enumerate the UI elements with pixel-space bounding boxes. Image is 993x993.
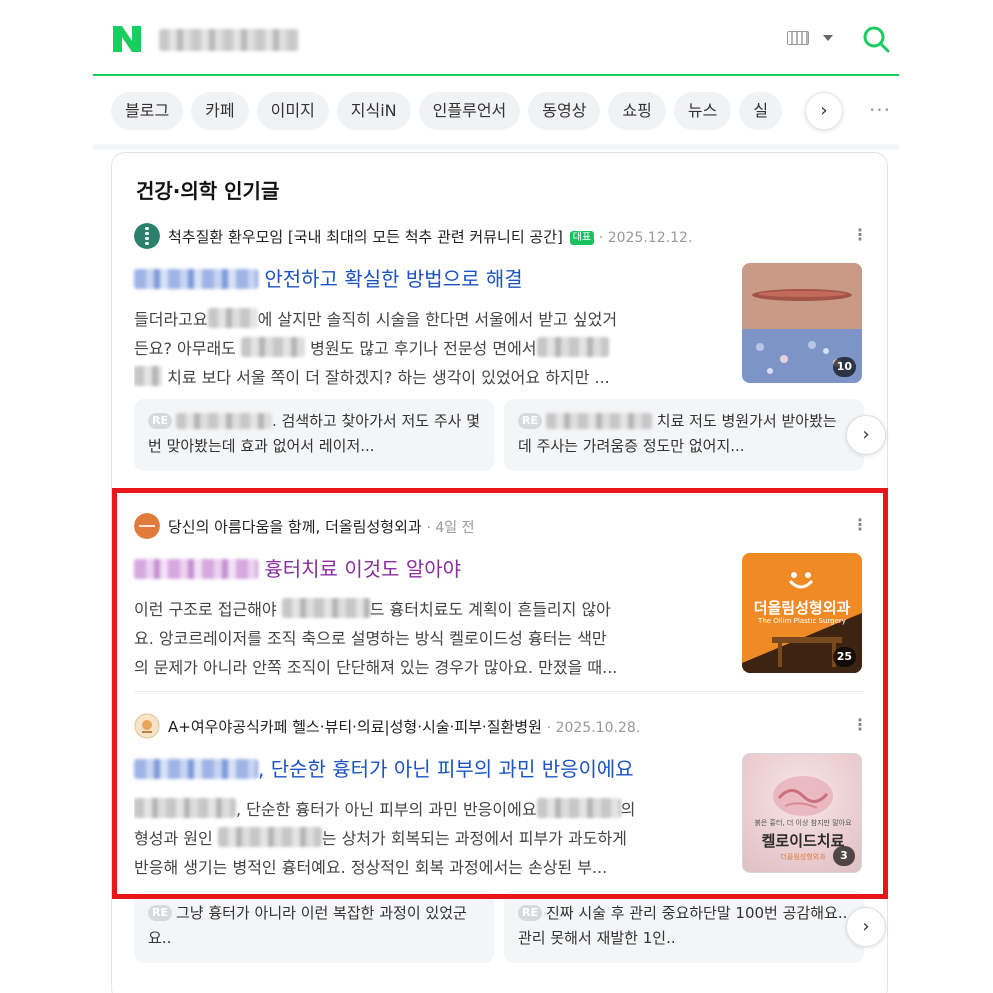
reply-preview[interactable]: RE. 검색하고 찾아가서 저도 주사 몇번 맞아봤는데 효과 없어서 레이저.…: [134, 399, 494, 471]
snippet-text: 든요? 아무래도: [134, 339, 236, 358]
post-source-row: 척추질환 환우모임 [국내 최대의 모든 척추 관련 커뮤니티 공간] 대표 ·…: [134, 223, 868, 249]
tab-influencer[interactable]: 인플루언서: [418, 92, 521, 130]
post-thumbnail[interactable]: 10: [742, 263, 862, 383]
more-options-icon[interactable]: ···: [865, 98, 895, 122]
search-query-field[interactable]: [159, 29, 299, 51]
search-header: [93, 0, 899, 76]
replies-next-button[interactable]: ›: [846, 907, 886, 947]
redacted-text: [175, 413, 272, 429]
reply-carousel: RE 그냥 흉터가 아니라 이런 복잡한 과정이 있었군요.. RE 진짜 시술 후…: [134, 891, 886, 963]
redacted-text: [134, 366, 162, 386]
replies-next-button[interactable]: ›: [846, 415, 886, 455]
tab-cafe[interactable]: 카페: [191, 92, 249, 130]
post-date: · 2025.12.12.: [598, 230, 693, 246]
source-name[interactable]: 척추질환 환우모임 [국내 최대의 모든 척추 관련 커뮤니티 공간]: [168, 228, 563, 246]
redacted-text: [207, 308, 258, 328]
tab-video[interactable]: 동영상: [528, 92, 601, 130]
keyboard-icon[interactable]: [787, 31, 809, 45]
snippet-text: 치료 보다 서울 쪽이 더 잘하겠지? 하는 생각이 있었어요 하지만 ...: [167, 368, 610, 387]
section-title: 건강·의학 인기글: [136, 179, 280, 203]
snippet-text: 에 살지만 솔직히 시술을 한다면 서울에서 받고 싶었거: [257, 310, 618, 329]
post-snippet[interactable]: 들더라고요 에 살지만 솔직히 시술을 한다면 서울에서 받고 싶었거 든요? 아…: [134, 305, 724, 395]
category-tabs: 블로그 카페 이미지 지식iN 인플루언서 동영상 쇼핑 뉴스 실: [111, 92, 851, 130]
image-count-badge: 10: [832, 357, 856, 377]
tab-image[interactable]: 이미지: [256, 92, 329, 130]
redacted-text: [536, 337, 609, 357]
community-avatar[interactable]: [134, 223, 160, 249]
re-tag: RE: [148, 413, 172, 429]
search-icon[interactable]: [861, 24, 891, 54]
reply-text: 그냥 흉터가 아니라 이런 복잡한 과정이 있었군요..: [148, 904, 467, 947]
tab-news[interactable]: 뉴스: [673, 92, 732, 130]
tab-blog[interactable]: 블로그: [111, 92, 184, 130]
representative-badge: 대표: [569, 231, 595, 245]
tab-partial[interactable]: 실: [739, 92, 783, 130]
naver-logo-icon[interactable]: [111, 24, 143, 54]
re-tag: RE: [148, 905, 172, 921]
reply-text: 진짜 시술 후 관리 중요하단말 100번 공감해요.. 관리 못해서 재발한 …: [518, 904, 848, 947]
reply-preview[interactable]: RE 그냥 흉터가 아니라 이런 복잡한 과정이 있었군요..: [134, 891, 494, 963]
tab-kin[interactable]: 지식iN: [336, 92, 411, 130]
section-separator: [93, 144, 899, 150]
more-vertical-icon[interactable]: ⋮: [852, 223, 868, 249]
reply-preview[interactable]: RE 치료 저도 병원가서 받아봤는데 주사는 가려움증 정도만 없어지...: [504, 399, 864, 471]
redacted-text: [134, 269, 258, 289]
reply-preview[interactable]: RE 진짜 시술 후 관리 중요하단말 100번 공감해요.. 관리 못해서 재발…: [504, 891, 864, 963]
re-tag: RE: [518, 905, 542, 921]
chevron-down-icon[interactable]: [823, 35, 833, 41]
re-tag: RE: [518, 413, 542, 429]
highlight-box: [112, 488, 888, 899]
tabs-next-button[interactable]: ›: [805, 92, 843, 130]
post-title-link[interactable]: 안전하고 확실한 방법으로 해결: [134, 263, 724, 292]
snippet-text: 들더라고요: [134, 310, 208, 329]
redacted-text: [241, 337, 305, 357]
post-item: 척추질환 환우모임 [국내 최대의 모든 척추 관련 커뮤니티 공간] 대표 ·…: [134, 223, 868, 395]
post-source[interactable]: 척추질환 환우모임 [국내 최대의 모든 척추 관련 커뮤니티 공간] 대표 ·…: [168, 226, 692, 247]
post-title-text[interactable]: 안전하고 확실한 방법으로 해결: [264, 267, 522, 291]
tab-shopping[interactable]: 쇼핑: [608, 92, 666, 130]
redacted-text: [545, 413, 652, 429]
reply-carousel: RE. 검색하고 찾아가서 저도 주사 몇번 맞아봤는데 효과 없어서 레이저.…: [134, 399, 886, 471]
snippet-text: 병원도 많고 후기나 전문성 면에서: [310, 339, 537, 358]
